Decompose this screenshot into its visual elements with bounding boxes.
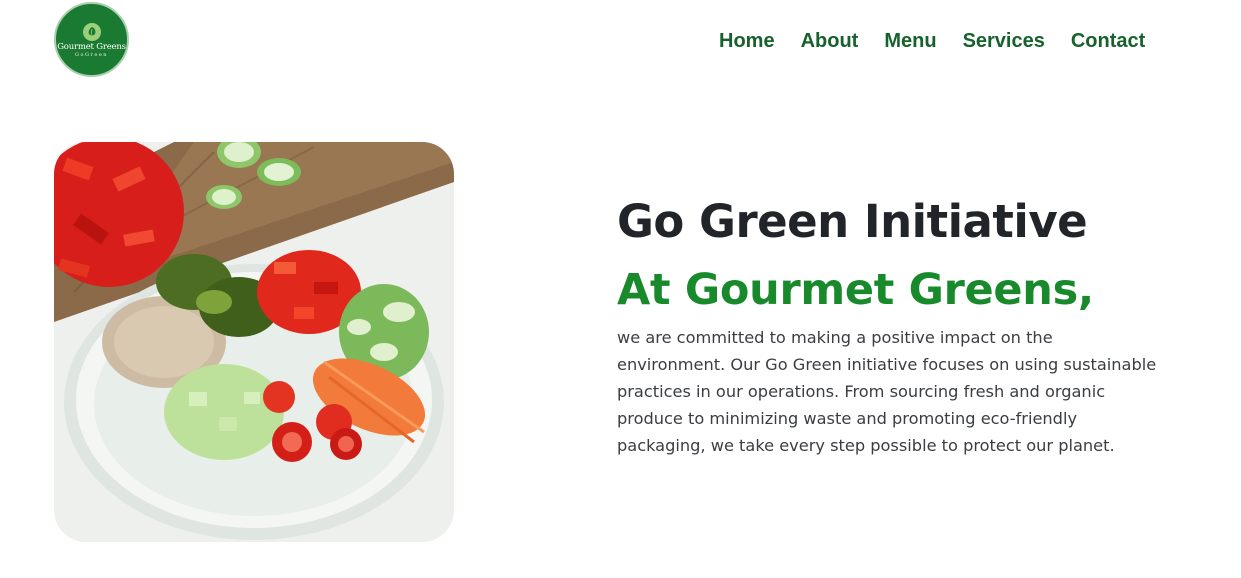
section-subtitle: At Gourmet Greens, — [617, 265, 1094, 315]
go-green-section: Go Green Initiative At Gourmet Greens, w… — [617, 192, 1177, 459]
nav-services[interactable]: Services — [963, 28, 1045, 54]
nav-menu[interactable]: Menu — [884, 28, 936, 54]
logo-tagline: GoGreen — [74, 52, 109, 59]
leaf-icon — [82, 22, 101, 41]
section-title: Go Green Initiative — [617, 195, 1088, 248]
nav-home[interactable]: Home — [719, 28, 775, 54]
main-nav: Home About Menu Services Contact — [719, 28, 1145, 54]
brand-logo[interactable]: Gourmet Greens GoGreen — [54, 2, 129, 77]
logo-name: Gourmet Greens — [57, 41, 126, 52]
vegetable-bowl-image — [54, 142, 454, 542]
nav-contact[interactable]: Contact — [1071, 28, 1145, 54]
section-description: we are committed to making a positive im… — [617, 328, 1157, 455]
site-header: Gourmet Greens GoGreen Home About Menu S… — [0, 0, 1241, 84]
nav-about[interactable]: About — [801, 28, 859, 54]
